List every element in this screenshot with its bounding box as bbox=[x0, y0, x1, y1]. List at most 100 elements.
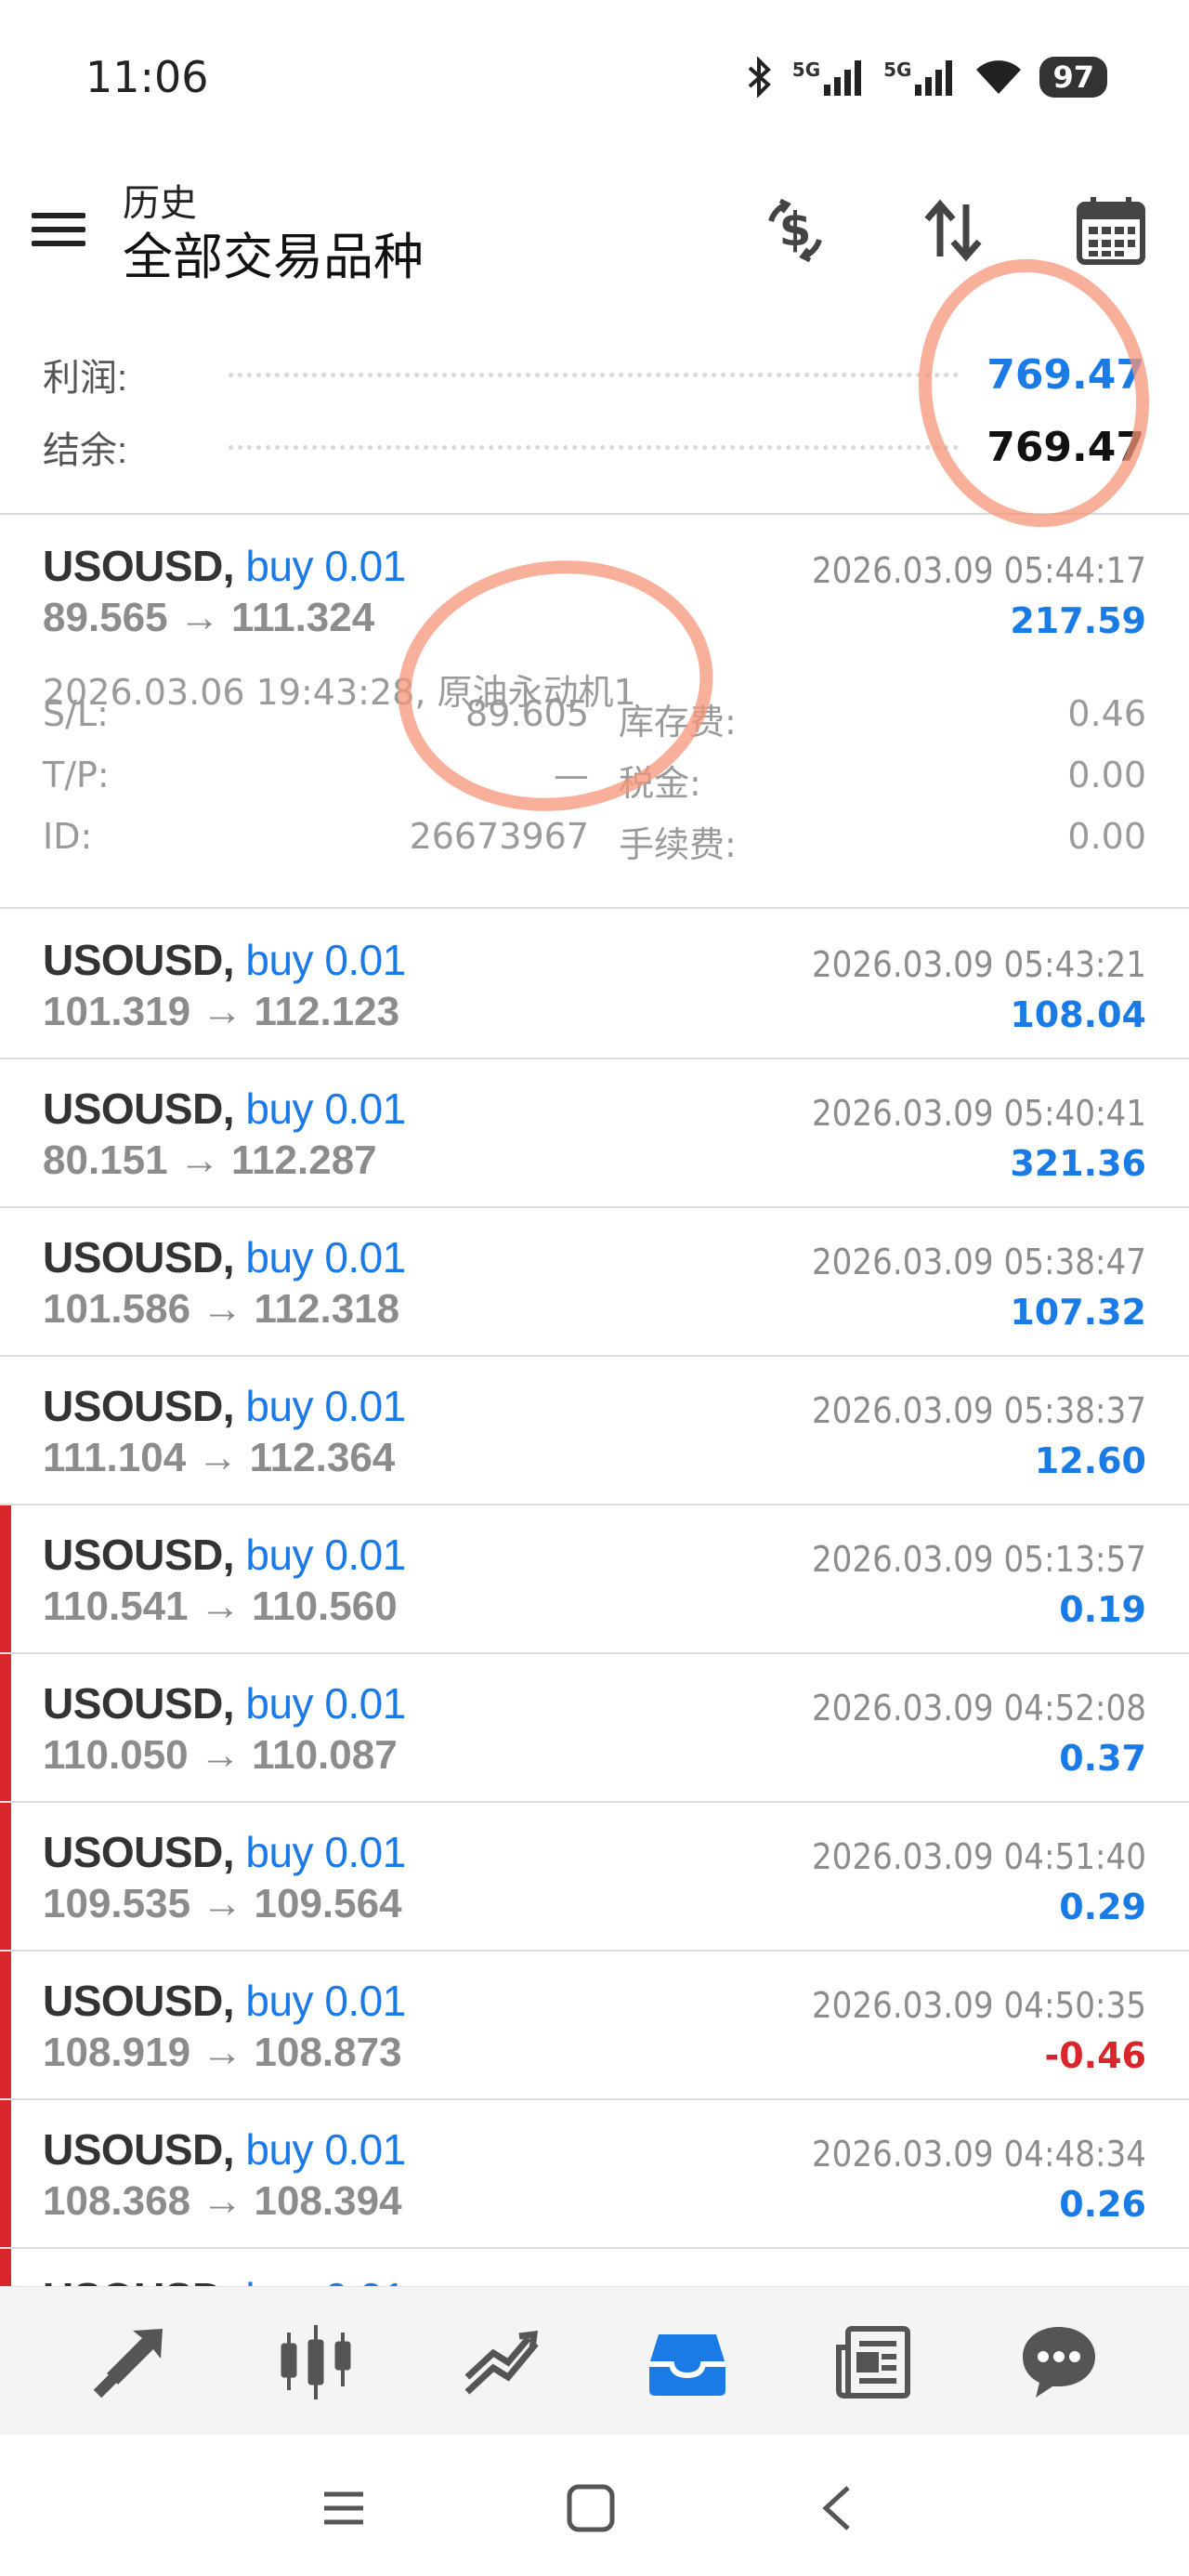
trade-side: buy 0.01 bbox=[245, 1084, 406, 1133]
trade-side: buy 0.01 bbox=[245, 2125, 406, 2174]
wifi-icon bbox=[976, 60, 1022, 94]
profit-row: 利润: 769.47 bbox=[43, 342, 1144, 407]
loss-indicator-bar bbox=[0, 1952, 11, 2098]
trade-profit: 0.29 bbox=[1059, 1886, 1146, 1927]
trade-row[interactable]: USOUSD, buy 0.01 110.050 → 110.087 2026.03… bbox=[0, 1654, 1189, 1803]
trade-symbol: USOUSD, buy 0.01 bbox=[43, 1233, 406, 1281]
trade-profit: 0.26 bbox=[1059, 2184, 1146, 2225]
trade-profit: 108.04 bbox=[1010, 994, 1146, 1035]
trade-side: buy 0.01 bbox=[245, 936, 406, 984]
trade-symbol: USOUSD, buy 0.01 bbox=[43, 1828, 406, 1876]
trade-close-time: 2026.03.09 05:38:37 bbox=[811, 1390, 1146, 1431]
system-nav-bar bbox=[0, 2435, 1189, 2576]
trade-symbol: USOUSD, buy 0.01 bbox=[43, 1382, 406, 1430]
trade-row[interactable]: USOUSD, buy 0.01 109.535 → 109.564 2026.03… bbox=[0, 1803, 1189, 1952]
trade-side: buy 0.01 bbox=[245, 542, 406, 590]
profit-label: 利润: bbox=[43, 358, 128, 399]
trade-close-time: 2026.03.09 05:43:21 bbox=[811, 944, 1146, 985]
id-value: 26673967 bbox=[409, 816, 589, 857]
loss-indicator-bar bbox=[0, 2249, 11, 2286]
trade-symbol: USOUSD, buy 0.01 bbox=[43, 542, 406, 590]
trade-price-range: 111.104 → 112.364 bbox=[43, 1435, 396, 1480]
trade-close-time: 2026.03.09 04:48:34 bbox=[811, 2134, 1146, 2175]
id-label: ID: bbox=[43, 816, 93, 857]
trade-row[interactable]: USOUSD, buy 0.01 111.104 → 112.364 2026.03… bbox=[0, 1357, 1189, 1505]
trade-price-range: 108.919 → 108.873 bbox=[43, 2030, 402, 2075]
trade-close-time: 2026.03.09 04:50:35 bbox=[811, 1985, 1146, 2026]
trade-price-range: 101.586 → 112.318 bbox=[43, 1286, 400, 1332]
tp-value: — bbox=[554, 755, 589, 795]
chart-candles-icon[interactable] bbox=[260, 2306, 372, 2417]
trade-icon[interactable] bbox=[446, 2306, 557, 2417]
trade-side: buy 0.01 bbox=[245, 1531, 406, 1579]
menu-button[interactable] bbox=[32, 204, 87, 260]
trade-symbol: USOUSD, buy 0.01 bbox=[43, 1531, 406, 1579]
history-icon[interactable] bbox=[632, 2306, 743, 2417]
sort-icon[interactable] bbox=[908, 186, 998, 275]
battery-indicator: 97 bbox=[1039, 57, 1107, 98]
trade-symbol: USOUSD, buy 0.01 bbox=[43, 2125, 406, 2174]
recents-icon[interactable] bbox=[307, 2476, 381, 2541]
trade-row[interactable]: USOUSD, buy 0.01 101.586 → 112.318 2026.03… bbox=[0, 1208, 1189, 1357]
trade-history-list[interactable]: USOUSD, buy 0.01 89.565 → 111.324 2026.03.… bbox=[0, 517, 1189, 2286]
calendar-icon[interactable] bbox=[1066, 186, 1156, 275]
trade-side: buy 0.01 bbox=[245, 1977, 406, 2025]
bluetooth-icon bbox=[748, 57, 771, 98]
tax-value: 0.00 bbox=[1067, 755, 1146, 795]
trade-row[interactable]: USOUSD, buy 0.01 108.368 → 108.394 2026.03… bbox=[0, 2100, 1189, 2249]
status-bar: 11:06 5G 5G 97 bbox=[0, 0, 1189, 158]
trade-detail-row: ID: 26673967 手续费: 0.00 bbox=[43, 816, 1146, 865]
trade-symbol: USOUSD, buy 0.01 bbox=[43, 1679, 406, 1728]
quotes-icon[interactable] bbox=[74, 2306, 186, 2417]
trade-side: buy 0.01 bbox=[245, 1679, 406, 1728]
trade-profit: 12.60 bbox=[1034, 1440, 1146, 1481]
page-title[interactable]: 全部交易品种 bbox=[123, 216, 424, 289]
sl-value: 89.605 bbox=[465, 693, 589, 734]
status-time: 11:06 bbox=[85, 52, 209, 102]
signal-icon-1: 5G bbox=[792, 59, 867, 96]
trade-symbol: USOUSD, buy 0.01 bbox=[43, 936, 406, 984]
balance-label: 结余: bbox=[43, 430, 128, 471]
trade-row[interactable]: USOUSD, buy 0.012026.03.09 04:46:59 bbox=[0, 2249, 1189, 2286]
trade-close-time: 2026.03.09 04:52:08 bbox=[811, 1688, 1146, 1728]
chat-icon[interactable] bbox=[1003, 2306, 1115, 2417]
fee-label: 手续费: bbox=[619, 824, 737, 865]
summary-panel: 利润: 769.47 结余: 769.47 bbox=[0, 335, 1189, 515]
back-icon[interactable] bbox=[801, 2476, 875, 2541]
trade-side: buy 0.01 bbox=[245, 1382, 406, 1430]
loss-indicator-bar bbox=[0, 1505, 11, 1652]
trade-price-range: 110.541 → 110.560 bbox=[43, 1584, 398, 1629]
trade-row[interactable]: USOUSD, buy 0.01 80.151 → 112.287 2026.03.… bbox=[0, 1059, 1189, 1208]
trade-row[interactable]: USOUSD, buy 0.01 110.541 → 110.560 2026.03… bbox=[0, 1505, 1189, 1654]
trade-price-range: 89.565 → 111.324 bbox=[43, 595, 375, 640]
signal-icon-2: 5G bbox=[883, 59, 958, 96]
trade-symbol: USOUSD, buy 0.01 bbox=[43, 2273, 406, 2286]
dotted-leader bbox=[229, 372, 960, 377]
balance-value: 769.47 bbox=[986, 423, 1144, 471]
trade-row[interactable]: USOUSD, buy 0.01 101.319 → 112.123 2026.03… bbox=[0, 911, 1189, 1059]
trade-side: buy 0.01 bbox=[245, 2274, 406, 2286]
trade-price-range: 108.368 → 108.394 bbox=[43, 2178, 402, 2224]
trade-side: buy 0.01 bbox=[245, 1828, 406, 1876]
swap-value: 0.46 bbox=[1067, 693, 1146, 734]
trade-profit: -0.46 bbox=[1044, 2035, 1146, 2076]
swap-label: 库存费: bbox=[619, 702, 737, 743]
news-icon[interactable] bbox=[817, 2306, 929, 2417]
loss-indicator-bar bbox=[0, 1654, 11, 1801]
trade-close-time: 2026.03.09 05:40:41 bbox=[811, 1093, 1146, 1134]
trade-price-range: 101.319 → 112.123 bbox=[43, 989, 400, 1034]
trade-row[interactable]: USOUSD, buy 0.01 108.919 → 108.873 2026.03… bbox=[0, 1952, 1189, 2100]
home-icon[interactable] bbox=[554, 2476, 628, 2541]
trade-row[interactable]: USOUSD, buy 0.01 89.565 → 111.324 2026.03.… bbox=[0, 517, 1189, 909]
trade-close-time: 2026.03.09 05:44:17 bbox=[811, 550, 1146, 591]
bottom-tab-bar bbox=[0, 2286, 1189, 2435]
balance-row: 结余: 769.47 bbox=[43, 414, 1144, 480]
currency-exchange-icon[interactable]: $ bbox=[751, 186, 840, 275]
fee-value: 0.00 bbox=[1067, 816, 1146, 857]
sl-label: S/L: bbox=[43, 693, 109, 734]
trade-profit: 107.32 bbox=[1010, 1292, 1146, 1333]
trade-close-time: 2026.03.09 05:13:57 bbox=[811, 1539, 1146, 1580]
trade-detail-row: T/P: — 税金: 0.00 bbox=[43, 755, 1146, 804]
status-icons: 5G 5G 97 bbox=[744, 54, 1107, 100]
trade-price-range: 80.151 → 112.287 bbox=[43, 1137, 377, 1183]
